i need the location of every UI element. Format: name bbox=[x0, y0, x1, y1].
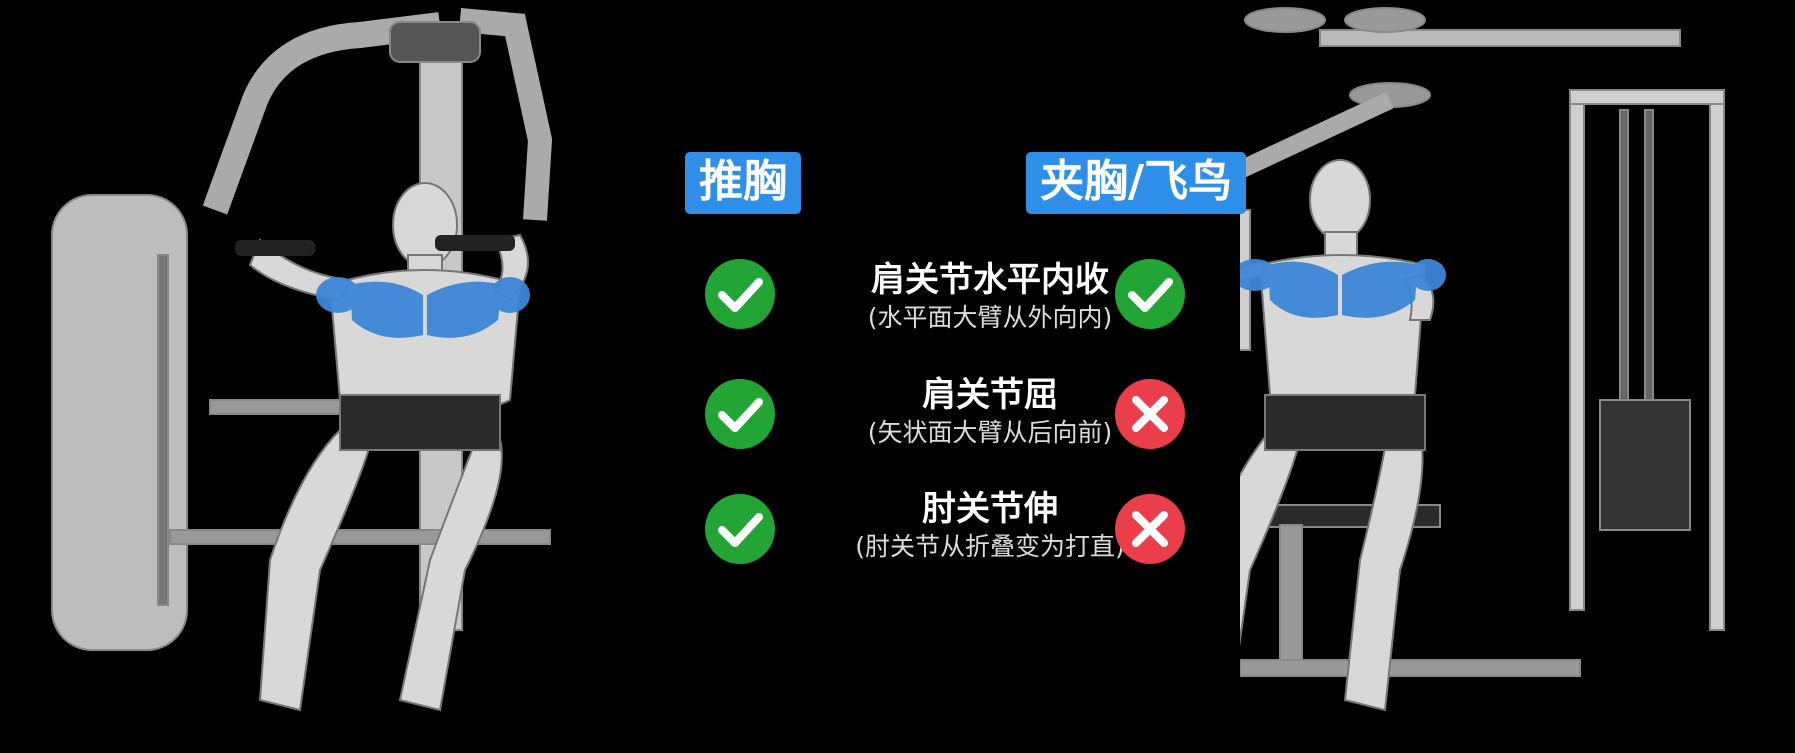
pec-fly-illustration bbox=[1240, 7, 1725, 712]
chest-press-illustration bbox=[51, 8, 553, 712]
check-icon bbox=[705, 259, 775, 329]
cross-icon bbox=[1115, 379, 1185, 449]
label-chest-fly: 夹胸/飞鸟 bbox=[1026, 152, 1247, 214]
label-chest-press: 推胸 bbox=[685, 152, 801, 214]
check-icon bbox=[705, 494, 775, 564]
check-icon bbox=[705, 379, 775, 449]
cross-icon bbox=[1115, 494, 1185, 564]
check-icon bbox=[1115, 259, 1185, 329]
